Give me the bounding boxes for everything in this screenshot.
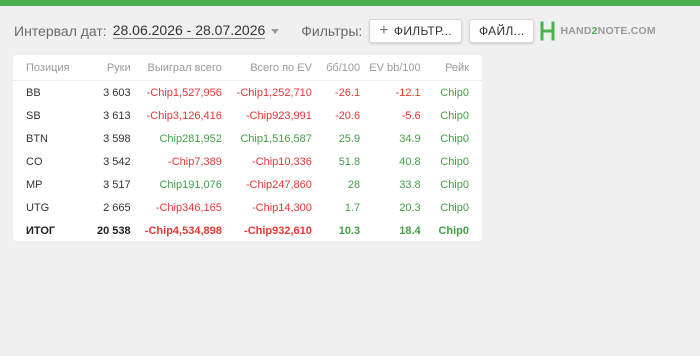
cell-ev-bb100: 34.9: [399, 132, 421, 145]
cell-won-total: -Chip4,534,898: [144, 224, 222, 237]
cell-hands: 3 598: [103, 132, 131, 145]
table-row: CO 3 542 -Chip7,389 -Chip10,336 51.8 40.8 Chip…: [13, 150, 482, 173]
column-header-bb100[interactable]: бб/100: [311, 55, 361, 81]
filter-button-label: ФИЛЬТР...: [393, 24, 452, 38]
stats-table: Позиция Руки Выиграл всего Всего по EV бб/10…: [13, 55, 482, 242]
top-accent-bar: [0, 0, 700, 6]
cell-rake: Chip0: [440, 155, 469, 168]
plus-icon: +: [379, 22, 389, 39]
cell-ev-total: -Chip14,300: [251, 201, 312, 214]
cell-ev-total: Chip1,516,587: [240, 132, 312, 145]
column-header-hands[interactable]: Руки: [84, 55, 131, 81]
table-total-row: ИТОГ 20 538 -Chip4,534,898 -Chip932,610 10.3…: [13, 219, 482, 242]
table-row: BTN 3 598 Chip281,952 Chip1,516,587 25.9 34.9…: [13, 127, 482, 150]
cell-rake: Chip0: [440, 132, 469, 145]
cell-rake: Chip0: [440, 109, 469, 122]
table-header-row: Позиция Руки Выиграл всего Всего по EV бб/10…: [13, 55, 482, 81]
column-header-ev-total[interactable]: Всего по EV: [221, 55, 312, 81]
date-interval-label: Интервал дат:: [14, 23, 107, 39]
cell-position: SB: [26, 109, 41, 122]
column-header-ev-bb100[interactable]: EV bb/100: [360, 55, 421, 81]
cell-ev-total: -Chip10,336: [251, 155, 312, 168]
cell-rake: Chip0: [438, 224, 469, 237]
cell-ev-total: -Chip932,610: [244, 224, 312, 237]
cell-position: UTG: [26, 201, 50, 214]
cell-ev-bb100: -12.1: [395, 86, 421, 99]
cell-bb100: 51.8: [338, 155, 361, 168]
cell-won-total: -Chip7,389: [168, 155, 222, 168]
cell-ev-bb100: 18.4: [399, 224, 421, 237]
table-row: MP 3 517 Chip191,076 -Chip247,860 28 33.8 Chip…: [13, 173, 482, 196]
cell-hands: 3 603: [103, 86, 131, 99]
filter-button[interactable]: + ФИЛЬТР...: [369, 19, 462, 43]
cell-won-total: -Chip346,165: [155, 201, 222, 214]
cell-hands: 3 517: [103, 178, 131, 191]
cell-ev-total: -Chip923,991: [245, 109, 312, 122]
cell-position: ИТОГ: [26, 224, 56, 237]
stats-table-card: Позиция Руки Выиграл всего Всего по EV бб/10…: [13, 55, 482, 241]
cell-won-total: -Chip1,527,956: [146, 86, 222, 99]
cell-bb100: 1.7: [344, 201, 361, 214]
cell-bb100: 28: [347, 178, 361, 191]
cell-rake: Chip0: [440, 86, 469, 99]
cell-bb100: -26.1: [335, 86, 361, 99]
cell-position: MP: [26, 178, 43, 191]
chevron-down-icon[interactable]: [271, 28, 280, 34]
cell-bb100: 25.9: [338, 132, 361, 145]
cell-ev-total: -Chip247,860: [245, 178, 312, 191]
cell-hands: 3 613: [103, 109, 131, 122]
cell-won-total: -Chip3,126,416: [146, 109, 222, 122]
table-row: UTG 2 665 -Chip346,165 -Chip14,300 1.7 20.3 Ch…: [13, 196, 482, 219]
column-header-rake[interactable]: Рейк: [420, 55, 482, 81]
column-header-won-total[interactable]: Выиграл всего: [130, 55, 222, 81]
table-row: BB 3 603 -Chip1,527,956 -Chip1,252,710 -26.1…: [13, 81, 482, 105]
cell-ev-bb100: 40.8: [399, 155, 421, 168]
hand2note-logo: HAND2NOTE.COM: [540, 21, 656, 41]
date-range-picker[interactable]: 28.06.2026 - 28.07.2026: [112, 23, 266, 39]
cell-hands: 3 542: [103, 155, 131, 168]
file-button-label: ФАЙЛ...: [479, 24, 525, 38]
cell-position: BTN: [26, 132, 48, 145]
filters-label: Фильтры:: [301, 23, 363, 39]
cell-ev-bb100: -5.6: [401, 109, 421, 122]
cell-hands: 2 665: [103, 201, 131, 214]
cell-won-total: Chip191,076: [159, 178, 222, 191]
table-row: SB 3 613 -Chip3,126,416 -Chip923,991 -20.6 -5…: [13, 104, 482, 127]
cell-rake: Chip0: [440, 178, 469, 191]
cell-bb100: 10.3: [338, 224, 361, 237]
file-button[interactable]: ФАЙЛ...: [469, 19, 535, 43]
column-header-position[interactable]: Позиция: [13, 55, 85, 81]
cell-bb100: -20.6: [335, 109, 361, 122]
cell-ev-total: -Chip1,252,710: [236, 86, 312, 99]
cell-position: CO: [26, 155, 43, 168]
logo-text: HAND2NOTE.COM: [560, 25, 656, 37]
cell-rake: Chip0: [440, 201, 469, 214]
toolbar: Интервал дат: 28.06.2026 - 28.07.2026 Фи…: [14, 18, 656, 44]
cell-ev-bb100: 20.3: [399, 201, 421, 214]
cell-position: BB: [26, 86, 41, 99]
cell-won-total: Chip281,952: [159, 132, 222, 145]
cell-ev-bb100: 33.8: [399, 178, 421, 191]
cell-hands: 20 538: [96, 224, 131, 237]
h2n-logo-icon: [540, 21, 555, 41]
